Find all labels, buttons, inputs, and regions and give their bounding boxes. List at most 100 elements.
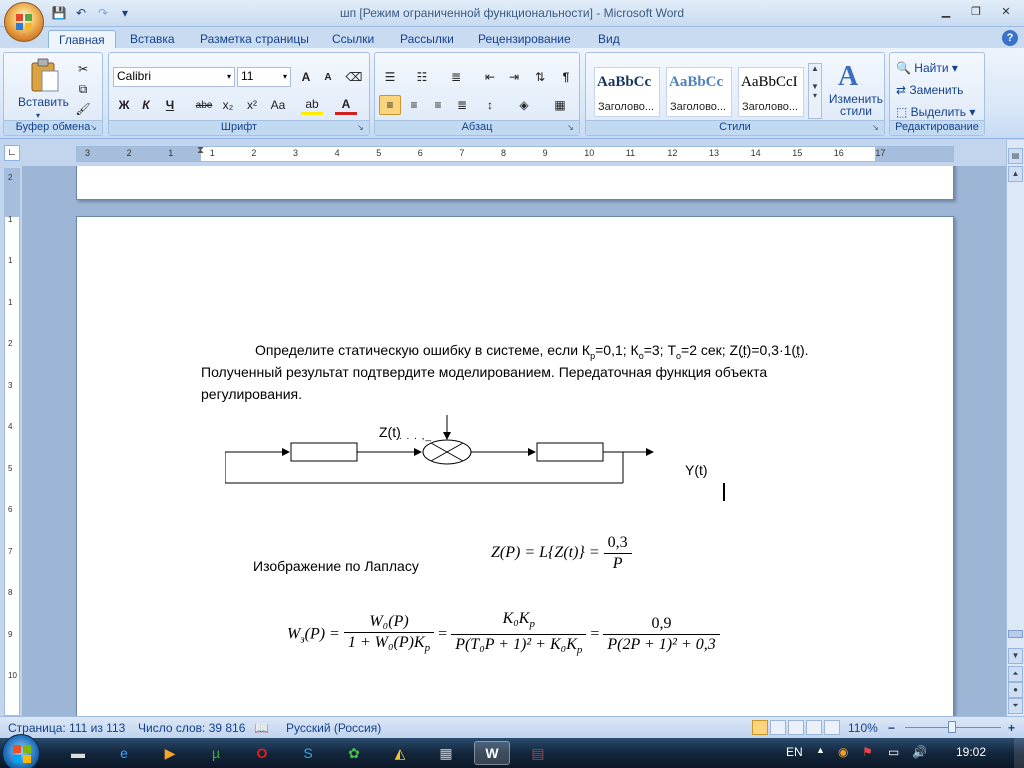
show-desktop-button[interactable] xyxy=(1014,738,1024,768)
opera-icon[interactable]: O xyxy=(244,741,280,765)
tray-volume-icon[interactable]: 🔊 xyxy=(912,745,927,759)
scroll-down-icon[interactable]: ▼ xyxy=(1008,648,1023,664)
tray-expand-icon[interactable]: ▲ xyxy=(816,745,825,755)
draft-button[interactable] xyxy=(824,720,840,735)
styles-scroll[interactable]: ▲ ▼ ▾ xyxy=(808,63,822,119)
tab-insert[interactable]: Вставка xyxy=(120,30,185,49)
cut-icon[interactable]: ✂ xyxy=(72,59,94,79)
zoom-out-button[interactable]: − xyxy=(888,721,895,735)
paragraph-launcher-icon[interactable]: ↘ xyxy=(567,123,577,133)
find-button[interactable]: 🔍 Найти ▾ xyxy=(896,61,958,75)
scroll-up-icon[interactable]: ▲ xyxy=(1008,166,1023,182)
print-layout-button[interactable] xyxy=(752,720,768,735)
bold-button[interactable]: Ж xyxy=(113,95,135,115)
show-marks-button[interactable]: ¶ xyxy=(555,67,577,87)
italic-button[interactable]: К xyxy=(135,95,157,115)
close-button[interactable]: ✕ xyxy=(992,2,1020,20)
paste-icon[interactable] xyxy=(28,57,62,93)
tab-home[interactable]: Главная xyxy=(48,30,116,49)
calculator-icon[interactable]: ▦ xyxy=(428,741,464,765)
strikethrough-button[interactable]: abe xyxy=(193,95,215,115)
style-card-heading2[interactable]: AaBbCc Заголово... xyxy=(666,67,732,117)
utility-icon[interactable]: ◭ xyxy=(382,741,418,765)
icq-icon[interactable]: ✿ xyxy=(336,741,372,765)
subscript-button[interactable]: x₂ xyxy=(217,95,239,115)
browse-object-icon[interactable]: ● xyxy=(1008,682,1023,698)
tray-monitor-icon[interactable]: ▭ xyxy=(888,745,899,759)
tab-references[interactable]: Ссылки xyxy=(322,30,384,49)
help-icon[interactable]: ? xyxy=(1002,30,1018,46)
full-screen-reading-button[interactable] xyxy=(770,720,786,735)
change-styles-button[interactable]: Изменить стили xyxy=(826,93,886,117)
format-painter-icon[interactable]: 🖌 xyxy=(72,99,94,119)
increase-indent-icon[interactable]: ⇥ xyxy=(503,67,525,87)
internet-explorer-icon[interactable]: e xyxy=(106,741,142,765)
clipboard-launcher-icon[interactable]: ↘ xyxy=(90,123,100,133)
next-page-icon[interactable]: ⏷ xyxy=(1008,698,1023,714)
show-desktop-icon[interactable]: ▬ xyxy=(60,741,96,765)
winrar-icon[interactable]: ▤ xyxy=(520,741,556,765)
shrink-font-button[interactable]: A xyxy=(317,67,339,87)
skype-icon[interactable]: S xyxy=(290,741,326,765)
align-left-icon[interactable]: ≡ xyxy=(379,95,401,115)
bullets-icon[interactable]: ☰ xyxy=(379,67,401,87)
zoom-in-button[interactable]: + xyxy=(1008,721,1015,735)
prev-page-icon[interactable]: ⏶ xyxy=(1008,666,1023,682)
font-launcher-icon[interactable]: ↘ xyxy=(357,123,367,133)
document-page[interactable]: Определите статическую ошибку в системе,… xyxy=(76,216,954,716)
horizontal-ruler[interactable]: 3 2 1 1 2 3 4 5 6 7 8 9 10 11 12 13 14 15 16 17 ⧗ xyxy=(76,145,954,162)
media-player-icon[interactable]: ▶ xyxy=(152,741,188,765)
styles-launcher-icon[interactable]: ↘ xyxy=(872,123,882,133)
multilevel-list-icon[interactable]: ≣ xyxy=(445,67,467,87)
numbering-icon[interactable]: ☷ xyxy=(411,67,433,87)
page-indicator[interactable]: Страница: 111 из 113 xyxy=(8,721,125,735)
ruler-toggle-icon[interactable]: ▤ xyxy=(1008,148,1023,164)
tab-mailings[interactable]: Рассылки xyxy=(390,30,464,49)
web-layout-button[interactable] xyxy=(788,720,804,735)
indent-marker-icon[interactable]: ⧗ xyxy=(197,145,204,156)
scroll-thumb[interactable] xyxy=(1008,630,1023,638)
start-button[interactable] xyxy=(2,734,40,768)
language-tray[interactable]: EN xyxy=(786,745,803,759)
minimize-button[interactable]: ▁ xyxy=(932,2,960,20)
word-count[interactable]: Число слов: 39 816 xyxy=(138,721,245,735)
style-card-heading3[interactable]: AaBbCcI Заголово... xyxy=(738,67,804,117)
language-indicator[interactable]: Русский (Россия) xyxy=(286,721,381,735)
highlight-icon[interactable]: ab xyxy=(301,95,323,115)
font-name-select[interactable]: Calibri ▾ xyxy=(113,67,235,87)
clock[interactable]: 19:02 xyxy=(956,745,986,759)
underline-button[interactable]: Ч xyxy=(159,95,181,115)
copy-icon[interactable]: ⧉ xyxy=(72,79,94,99)
office-button[interactable] xyxy=(4,2,44,42)
document-canvas[interactable]: Определите статическую ошибку в системе,… xyxy=(22,166,1006,716)
zoom-level[interactable]: 110% xyxy=(848,721,878,735)
sort-icon[interactable]: ⇅ xyxy=(529,67,551,87)
tab-review[interactable]: Рецензирование xyxy=(468,30,581,49)
tab-view[interactable]: Вид xyxy=(588,30,630,49)
decrease-indent-icon[interactable]: ⇤ xyxy=(479,67,501,87)
clear-format-icon[interactable]: ⌫ xyxy=(343,67,365,87)
justify-icon[interactable]: ≣ xyxy=(451,95,473,115)
proofing-icon[interactable]: 📖 xyxy=(254,721,269,735)
vertical-scrollbar[interactable]: ▤ ▲ ▼ ⏶ ● ⏷ xyxy=(1006,140,1024,716)
outline-button[interactable] xyxy=(806,720,822,735)
replace-button[interactable]: ⇄ Заменить xyxy=(896,83,963,97)
maximize-button[interactable]: ❐ xyxy=(962,2,990,20)
font-size-select[interactable]: 11 ▾ xyxy=(237,67,291,87)
shading-icon[interactable]: ◈ xyxy=(513,95,535,115)
paste-button[interactable]: Вставить xyxy=(18,95,69,109)
utorrent-icon[interactable]: µ xyxy=(198,741,234,765)
borders-icon[interactable]: ▦ xyxy=(549,95,571,115)
change-styles-icon[interactable]: A xyxy=(836,59,868,91)
tab-selector[interactable]: ∟ xyxy=(4,145,20,161)
select-button[interactable]: ⬚ Выделить ▾ xyxy=(896,105,975,119)
tab-page-layout[interactable]: Разметка страницы xyxy=(190,30,319,49)
grow-font-button[interactable]: A xyxy=(295,67,317,87)
vertical-ruler[interactable]: 2 1 1 1 2 3 4 5 6 7 8 9 10 xyxy=(4,168,20,716)
tray-app-icon[interactable]: ◉ xyxy=(838,745,848,759)
style-card-heading1[interactable]: AaBbCc Заголово... xyxy=(594,67,660,117)
change-case-button[interactable]: Aa xyxy=(267,95,289,115)
align-center-icon[interactable]: ≡ xyxy=(403,95,425,115)
zoom-slider-thumb[interactable] xyxy=(948,721,956,733)
tray-network-icon[interactable]: ⚑ xyxy=(862,745,873,759)
